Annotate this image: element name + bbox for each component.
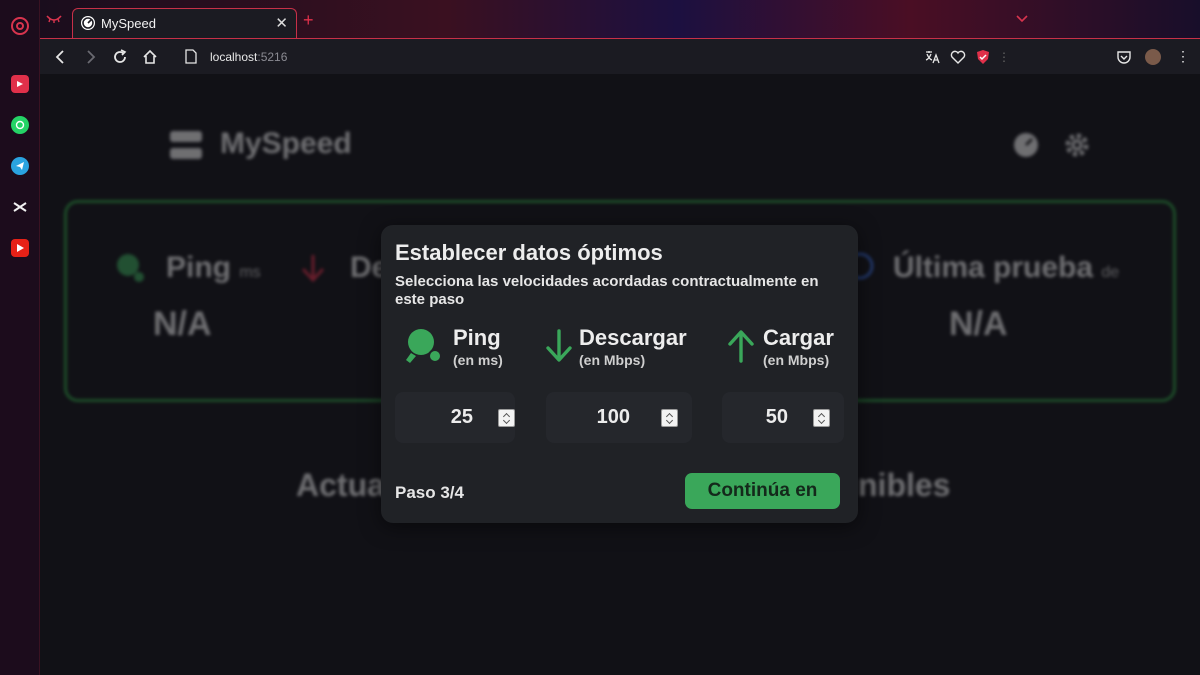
arrow-down-icon [301,255,325,283]
opera-logo-icon[interactable] [9,14,31,36]
url-field[interactable]: localhost:5216 [210,50,287,64]
tab-menu-chevron-down-icon[interactable] [1015,12,1029,26]
download-input-value: 100 [596,406,630,428]
tab-title: MySpeed [101,16,156,31]
forward-icon[interactable] [81,48,99,66]
metric-upload-header: Cargar (en Mbps) [725,325,845,371]
address-bar: localhost:5216 ⋮ ⋮ [40,38,1200,74]
dialog-subtitle: Selecciona las velocidades acordadas con… [395,273,819,308]
myspeed-favicon-icon [81,16,95,30]
profile-avatar[interactable] [1145,49,1161,65]
ping-spinner[interactable] [498,409,515,427]
download-label: Descargar [579,325,687,350]
home-icon[interactable] [141,48,159,66]
upload-spinner[interactable] [813,409,830,427]
address-separator: ⋮ [998,50,1010,64]
gear-icon[interactable] [1063,131,1091,159]
download-spinner[interactable] [661,409,678,427]
optimal-data-dialog: Establecer datos óptimos Selecciona las … [381,225,858,523]
menu-icon[interactable]: ⋮ [1176,48,1190,65]
upload-label: Cargar [763,325,834,350]
stat-last-test-label: Última prueba de [893,251,1120,284]
heart-icon[interactable] [950,49,966,65]
ping-input[interactable]: 25 [395,392,515,443]
upload-unit: (en Mbps) [763,352,830,368]
tab-close-icon[interactable]: ✕ [275,14,288,32]
dialog-title: Establecer datos óptimos [395,240,663,265]
upload-input-value: 50 [765,406,788,428]
tab-bar: MySpeed ✕ + [40,0,1200,38]
stat-ping-value: N/A [153,305,212,343]
pocket-icon[interactable] [1116,49,1132,65]
ping-unit: (en ms) [453,352,503,368]
telegram-icon[interactable] [11,157,29,175]
capcut-icon[interactable] [11,198,29,216]
arrow-down-icon [546,329,572,362]
tab-snooze-icon[interactable] [46,13,62,25]
app-title: MySpeed [220,127,352,160]
bg-heading-right: nibles [858,467,951,503]
stat-last-test-value: N/A [949,305,1008,343]
arrow-up-icon [728,330,754,363]
bg-heading-left: Actua [296,467,385,503]
browser-sidebar [0,0,40,675]
upload-input[interactable]: 50 [722,392,844,443]
ping-pong-icon [406,329,442,363]
tab-myspeed[interactable]: MySpeed ✕ [72,8,297,38]
whatsapp-icon[interactable] [11,116,29,134]
url-host: localhost [210,50,258,64]
download-unit: (en Mbps) [579,352,646,368]
youtube-icon[interactable] [11,239,29,257]
adblock-shield-icon[interactable] [975,49,991,65]
speedometer-icon[interactable] [1012,131,1040,159]
metric-download-header: Descargar (en Mbps) [543,325,703,371]
folder-icon[interactable] [11,75,29,93]
back-icon[interactable] [52,48,70,66]
reload-icon[interactable] [111,48,129,66]
stat-ping-label: Ping ms [166,251,261,284]
download-input[interactable]: 100 [546,392,692,443]
ping-pong-icon [117,254,144,282]
step-indicator: Paso 3/4 [395,483,464,502]
translate-icon[interactable] [924,49,940,65]
server-logo-icon [170,131,202,159]
ping-label: Ping [453,325,501,350]
new-tab-button[interactable]: + [303,11,314,29]
ping-input-value: 25 [450,406,473,428]
continue-button[interactable]: Continúa en [685,473,840,509]
url-port: :5216 [257,50,288,64]
page-info-icon[interactable] [185,49,197,64]
metric-ping-header: Ping (en ms) [405,325,525,371]
